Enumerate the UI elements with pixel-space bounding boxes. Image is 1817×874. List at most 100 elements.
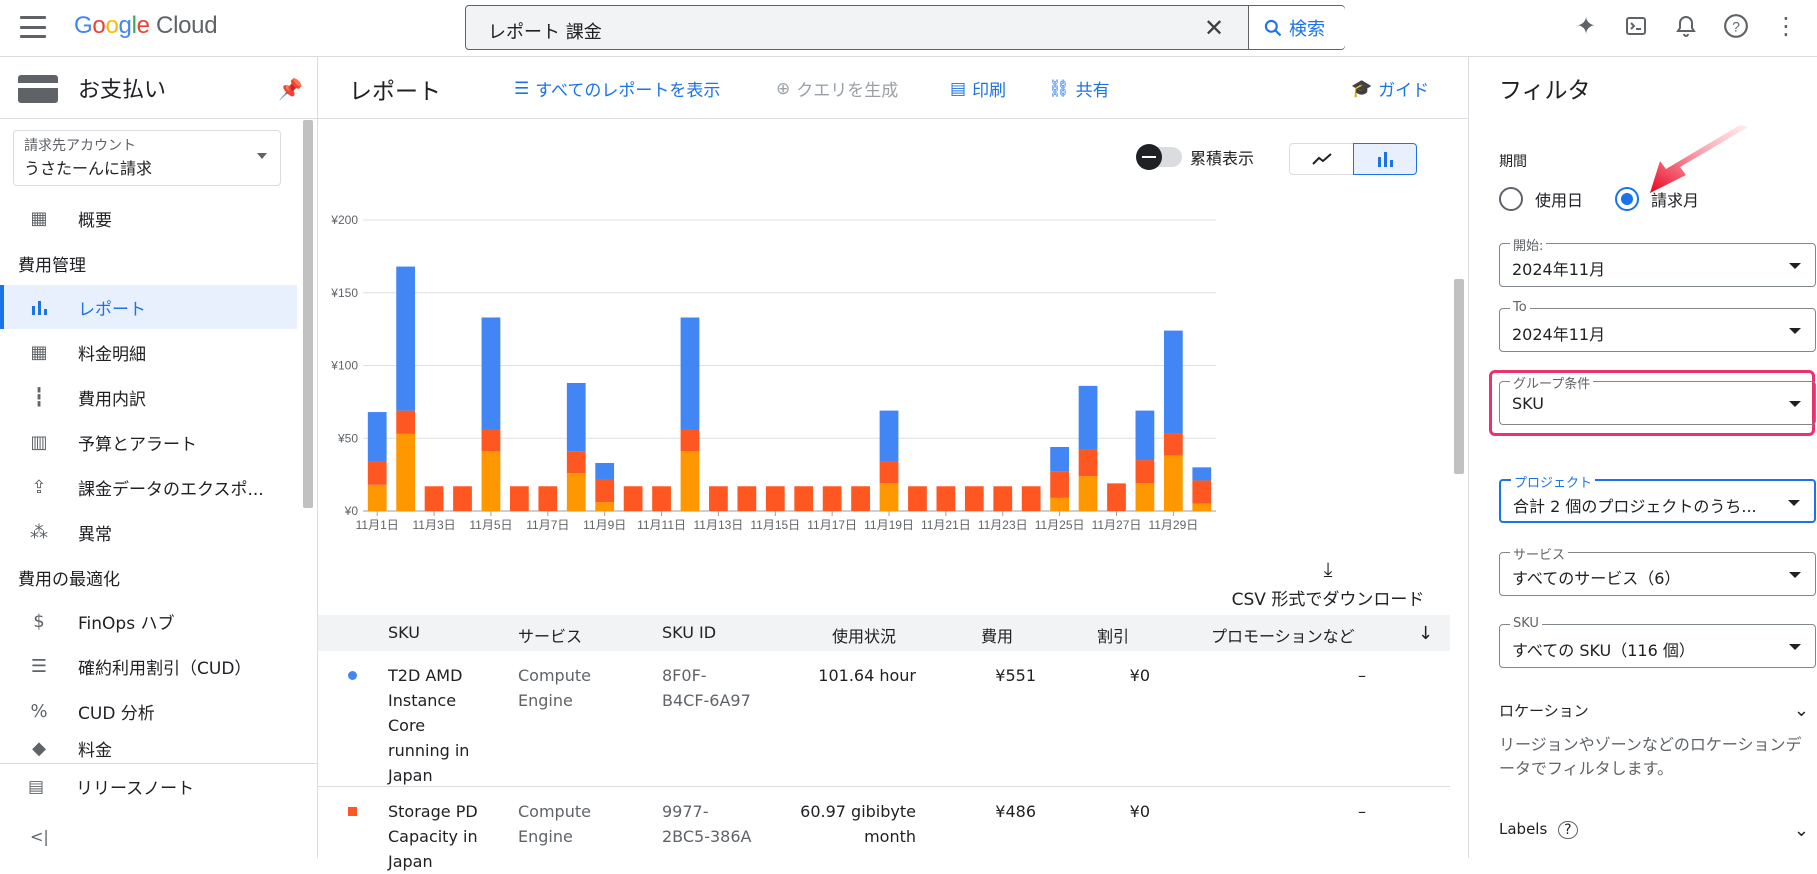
bar-segment[interactable] (879, 410, 899, 462)
radio-usage-date[interactable]: 使用日 (1499, 187, 1583, 211)
bar-segment[interactable] (709, 486, 728, 511)
bar-segment[interactable] (936, 486, 956, 511)
gemini-icon[interactable]: ✦ (1570, 10, 1602, 42)
chevron-down-icon[interactable]: ⌄ (1794, 820, 1809, 841)
bar-segment[interactable] (879, 461, 899, 484)
group-by-select[interactable]: グループ条件 SKU (1499, 373, 1816, 425)
bar-segment[interactable] (1163, 330, 1183, 434)
bar-segment[interactable] (680, 451, 700, 511)
bar-segment[interactable] (652, 486, 671, 511)
bar-segment[interactable] (1192, 503, 1212, 511)
bar-segment[interactable] (879, 483, 899, 511)
bar-segment[interactable] (1192, 467, 1212, 481)
sidebar-scrollbar[interactable] (303, 120, 313, 508)
csv-download-button[interactable]: ⤓ CSV 形式でダウンロード (1218, 557, 1438, 610)
bar-segment[interactable] (1021, 486, 1041, 511)
google-cloud-logo[interactable]: Google Cloud (74, 12, 218, 40)
radio-circle-selected[interactable] (1615, 187, 1639, 211)
bar-segment[interactable] (396, 266, 416, 411)
sidebar-item-budgets[interactable]: ▥ 予算とアラート (0, 420, 297, 464)
bar-segment[interactable] (765, 486, 785, 511)
sidebar-item-billing-export[interactable]: ⇪ 課金データのエクスポ... (0, 465, 297, 509)
bar-segment[interactable] (1163, 433, 1183, 456)
project-select[interactable]: プロジェクト 合計 2 個のプロジェクトのうち... (1499, 472, 1816, 523)
bar-segment[interactable] (367, 461, 387, 485)
table-row[interactable]: Storage PD Capacity in Japan Compute Engine… (318, 787, 1450, 871)
terminal-icon[interactable] (1620, 10, 1652, 42)
toggle-switch[interactable] (1136, 144, 1182, 170)
release-notes-link[interactable]: ▤ リリースノート (0, 763, 318, 809)
search-bar[interactable]: レポート 課金 ✕ 検索 (465, 5, 1345, 50)
col-usage[interactable]: 使用状況 (832, 623, 896, 647)
bar-segment[interactable] (1078, 449, 1098, 477)
bar-segment[interactable] (566, 382, 586, 452)
bar-segment[interactable] (1135, 483, 1155, 511)
bar-segment[interactable] (908, 486, 927, 511)
cumulative-toggle[interactable]: 累積表示 (1136, 144, 1254, 170)
bar-segment[interactable] (680, 317, 700, 430)
bar-segment[interactable] (481, 451, 501, 511)
search-input[interactable]: レポート 課金 (488, 18, 602, 44)
bar-segment[interactable] (1163, 455, 1183, 511)
search-button[interactable]: 検索 (1248, 6, 1345, 49)
bar-segment[interactable] (481, 317, 501, 430)
bar-segment[interactable] (538, 486, 558, 511)
bar-segment[interactable] (993, 486, 1013, 511)
bar-segment[interactable] (481, 429, 501, 452)
sidebar-item-cud[interactable]: ☰ 確約利用割引（CUD） (0, 644, 297, 688)
bar-segment[interactable] (424, 486, 444, 511)
bar-segment[interactable] (1135, 460, 1155, 484)
col-sku[interactable]: SKU (388, 623, 420, 642)
bar-segment[interactable] (453, 486, 472, 511)
sidebar-item-cost-breakdown[interactable]: ┇ 費用内訳 (0, 375, 297, 419)
end-month-select[interactable]: To 2024年11月 (1499, 300, 1816, 352)
radio-circle[interactable] (1499, 187, 1523, 211)
sidebar-item-cost-table[interactable]: ▦ 料金明細 (0, 330, 297, 374)
start-month-select[interactable]: 開始: 2024年11月 (1499, 235, 1816, 287)
bar-segment[interactable] (1192, 480, 1212, 504)
menu-icon[interactable] (20, 16, 46, 38)
bar-segment[interactable] (1050, 471, 1069, 498)
bar-segment[interactable] (623, 486, 643, 511)
all-reports-link[interactable]: ☰ すべてのレポートを表示 (514, 76, 720, 102)
sidebar-item-reports[interactable]: レポート (0, 285, 297, 329)
col-cost[interactable]: 費用 (981, 623, 1013, 647)
bar-segment[interactable] (510, 486, 529, 511)
col-service[interactable]: サービス (518, 623, 582, 647)
billing-account-select[interactable]: 請求先アカウント うさたーんに請求 (13, 130, 281, 186)
bar-segment[interactable] (595, 462, 615, 479)
share-button[interactable]: ⛓ 共有 (1048, 76, 1110, 102)
sort-arrow-icon[interactable]: ↓ (1418, 623, 1433, 644)
bar-chart-button[interactable] (1353, 143, 1417, 175)
chevron-down-icon[interactable]: ⌄ (1794, 700, 1809, 721)
labels-section[interactable]: Labels ? ⌄ (1499, 820, 1809, 841)
bar-segment[interactable] (595, 478, 615, 503)
bar-segment[interactable] (1050, 497, 1069, 511)
bar-segment[interactable] (737, 486, 757, 511)
bar-segment[interactable] (1078, 476, 1098, 511)
more-vert-icon[interactable]: ⋮ (1770, 10, 1802, 42)
pin-icon[interactable]: 📌 (278, 77, 303, 101)
bar-segment[interactable] (396, 433, 416, 511)
service-select[interactable]: サービス すべてのサービス（6） (1499, 544, 1816, 596)
print-button[interactable]: ▤ 印刷 (950, 76, 1006, 102)
bar-segment[interactable] (794, 486, 814, 511)
bar-segment[interactable] (1107, 483, 1126, 511)
sidebar-item-finops-hub[interactable]: $ FinOps ハブ (0, 599, 297, 643)
sku-select[interactable]: SKU すべての SKU（116 個） (1499, 616, 1816, 668)
location-section[interactable]: ロケーション ⌄ リージョンやゾーンなどのロケーションデータでフィルタします。 (1499, 700, 1809, 781)
sidebar-item-pricing[interactable]: ◆ 料金 (0, 734, 297, 762)
bar-segment[interactable] (595, 502, 615, 511)
col-discount[interactable]: 割引 (1097, 623, 1129, 647)
collapse-sidebar-icon[interactable]: <| (30, 827, 49, 846)
bar-segment[interactable] (680, 429, 700, 452)
bar-segment[interactable] (822, 486, 842, 511)
bell-icon[interactable] (1670, 10, 1702, 42)
sidebar-item-anomalies[interactable]: ⁂ 異常 (0, 510, 297, 554)
bar-segment[interactable] (1050, 446, 1069, 472)
help-icon[interactable]: ? (1720, 10, 1752, 42)
guide-button[interactable]: 🎓 ガイド (1351, 76, 1429, 102)
bar-segment[interactable] (851, 486, 870, 511)
bar-segment[interactable] (566, 451, 586, 474)
bar-segment[interactable] (367, 412, 387, 462)
